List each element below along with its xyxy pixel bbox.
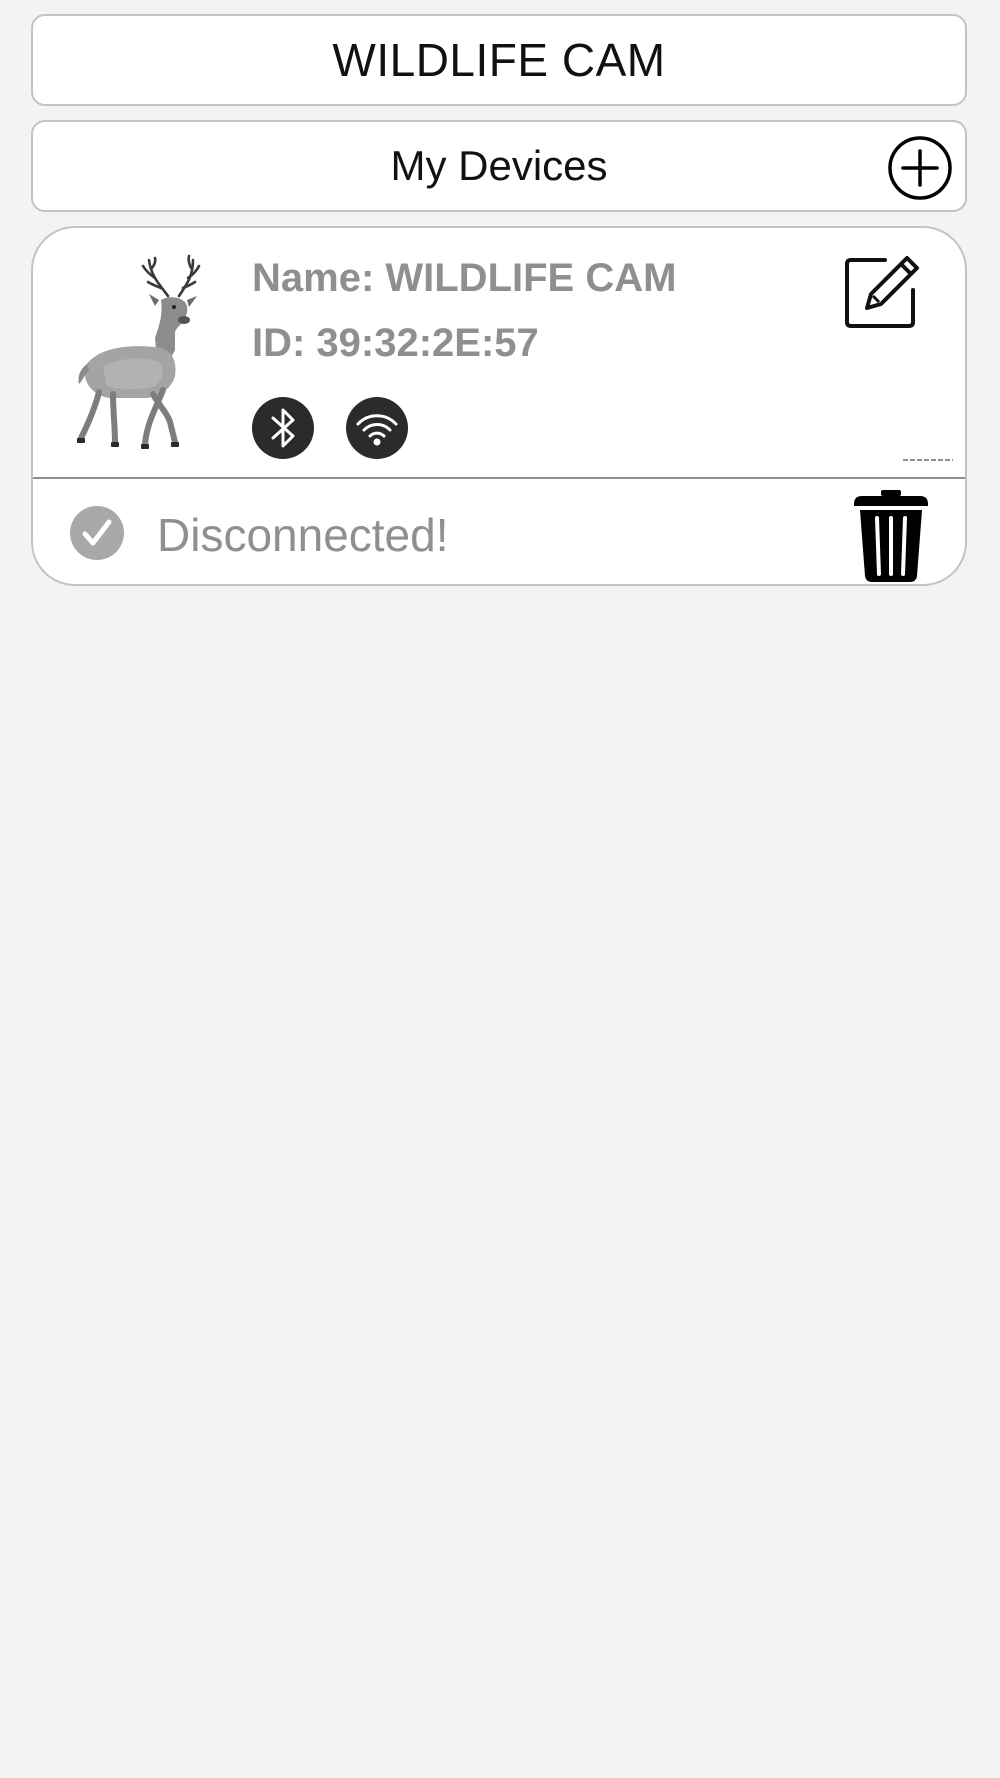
page-title: WILDLIFE CAM <box>332 34 666 86</box>
device-card[interactable]: Name: WILDLIFE CAM ID: 39:32:2E:57 Disco… <box>31 226 967 586</box>
edit-icon[interactable] <box>841 252 921 332</box>
connection-status: Disconnected! <box>157 509 449 561</box>
wifi-icon <box>346 397 408 459</box>
device-name: Name: WILDLIFE CAM <box>252 256 677 300</box>
dash-divider <box>903 459 953 461</box>
check-circle-icon <box>70 506 124 560</box>
bluetooth-icon <box>252 397 314 459</box>
device-id: ID: 39:32:2E:57 <box>252 321 539 365</box>
card-divider <box>33 477 965 479</box>
header-bar: WILDLIFE CAM <box>31 14 967 106</box>
deer-image <box>77 254 201 449</box>
app-screen: WILDLIFE CAM My Devices Name: WILDLIFE C… <box>0 0 1000 1778</box>
my-devices-label: My Devices <box>390 142 608 189</box>
my-devices-bar: My Devices <box>31 120 967 212</box>
plus-circle-icon[interactable] <box>887 135 953 201</box>
trash-icon[interactable] <box>852 490 930 582</box>
